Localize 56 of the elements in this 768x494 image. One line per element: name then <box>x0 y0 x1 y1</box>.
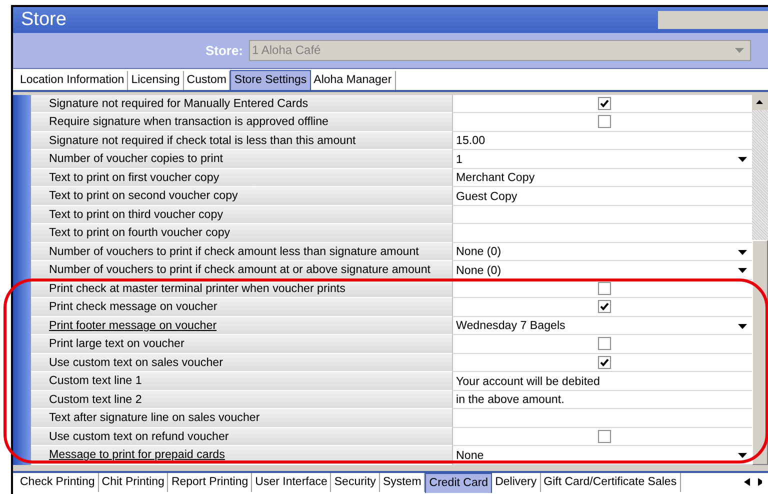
checkbox[interactable] <box>598 337 611 350</box>
setting-label: Signature not required for Manually Entered Cards <box>31 94 452 114</box>
setting-label: Number of voucher copies to print <box>31 150 452 169</box>
caret-icon <box>735 48 744 53</box>
scroll-right-icon[interactable] <box>758 478 762 486</box>
setting-label: Text after signature line on sales voucher <box>31 409 452 428</box>
setting-label: Text to print on fourth voucher copy <box>31 224 452 243</box>
setting-label: Custom text line 1 <box>31 372 452 391</box>
store-label: Store: <box>204 42 244 58</box>
tab[interactable]: Delivery <box>492 472 541 492</box>
value-cell[interactable]: 1 <box>452 150 752 169</box>
dropdown-arrow-icon[interactable] <box>738 157 747 162</box>
setting-label: Number of vouchers to print if check amount less than signature amount <box>31 242 452 262</box>
dropdown-arrow-icon[interactable] <box>738 453 747 458</box>
tab[interactable]: Aloha Manager <box>310 70 396 90</box>
dropdown-arrow-icon[interactable] <box>738 250 747 255</box>
setting-label: Print large text on voucher <box>31 335 452 354</box>
checkbox[interactable] <box>598 356 611 369</box>
tab[interactable]: Chit Printing <box>98 472 168 492</box>
window-title: Store <box>20 9 66 31</box>
setting-label: Use custom text on refund voucher <box>31 428 452 446</box>
value-cell[interactable]: None (0) <box>452 242 752 262</box>
setting-label: Text to print on second voucher copy <box>31 187 452 206</box>
value-cell[interactable]: in the above amount. <box>452 390 752 410</box>
tab[interactable]: Store Settings <box>230 70 311 90</box>
value-cell[interactable]: Your account will be debited <box>452 372 752 391</box>
checkbox[interactable] <box>598 96 611 110</box>
tab[interactable]: Security <box>331 472 380 492</box>
value-cell[interactable]: Guest Copy <box>452 187 752 206</box>
checkbox[interactable] <box>598 115 611 128</box>
tab[interactable]: User Interface <box>252 472 332 492</box>
checkbox[interactable] <box>598 300 611 314</box>
tab[interactable]: Credit Card <box>425 472 492 493</box>
tab[interactable]: Gift Card/Certificate Sales <box>540 472 681 492</box>
setting-label: Number of vouchers to print if check amount at or above signature amount <box>31 261 452 280</box>
value-cell[interactable]: 15.00 <box>452 132 752 150</box>
dropdown-arrow-icon[interactable] <box>738 268 747 274</box>
value-cell[interactable]: None (0) <box>452 261 752 280</box>
setting-label: Custom text line 2 <box>31 390 452 410</box>
value-cell[interactable]: Wednesday 7 Bagels <box>452 316 752 336</box>
setting-label: Text to print on third voucher copy <box>31 206 452 224</box>
checkbox[interactable] <box>598 282 611 295</box>
tab[interactable]: Licensing <box>128 70 184 90</box>
setting-label: Text to print on first voucher copy <box>31 168 452 188</box>
tab[interactable]: Location Information <box>17 70 128 90</box>
setting-label: Use custom text on sales voucher <box>31 354 452 372</box>
setting-label: Signature not required if check total is less than this amount <box>31 132 452 150</box>
dropdown-arrow-icon[interactable] <box>738 324 747 329</box>
setting-label: Print check message on voucher <box>31 298 452 317</box>
scroll-left-icon[interactable] <box>744 478 750 486</box>
setting-label: Require signature when transaction is approved offline <box>31 113 452 132</box>
setting-label: Print footer message on voucher <box>31 316 452 336</box>
value-cell[interactable]: Merchant Copy <box>452 168 752 188</box>
checkbox[interactable] <box>598 430 611 443</box>
tab[interactable]: Report Printing <box>168 472 252 492</box>
tab[interactable]: Check Printing <box>17 472 99 492</box>
